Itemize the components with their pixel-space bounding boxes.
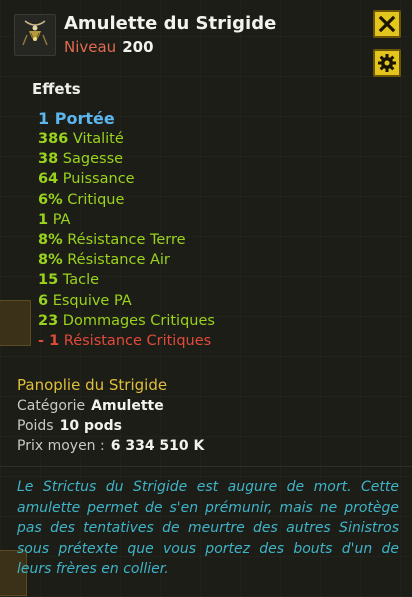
effect-line: 15 Tacle: [38, 272, 100, 289]
category-label: Catégorie: [17, 398, 86, 414]
effect-line: 8% Résistance Terre: [38, 231, 186, 248]
effect-line: 64 Puissance: [38, 171, 135, 188]
amulet-icon: [14, 14, 56, 56]
effect-line: 23 Dommages Critiques: [38, 312, 215, 329]
weight-value: 10 pods: [59, 418, 122, 434]
effect-line: 38 Sagesse: [38, 151, 124, 168]
effect-line: 1 Portée: [38, 109, 115, 128]
price-value: 6 334 510 K: [110, 438, 205, 454]
set-link[interactable]: Panoplie du Strigide: [17, 376, 167, 394]
settings-button[interactable]: [373, 49, 401, 77]
item-description: Le Strictus du Strigide est augure de mo…: [17, 479, 399, 577]
category-value: Amulette: [91, 398, 164, 414]
effects-title: Effets: [32, 80, 81, 98]
item-header: Amulette du Strigide Niveau 200: [0, 0, 412, 72]
effect-line: 6% Critique: [38, 191, 125, 208]
item-level: Niveau 200: [64, 38, 154, 56]
weight-row: Poids 10 pods: [17, 418, 122, 434]
effect-line: 386 Vitalité: [38, 131, 124, 147]
divider: [0, 466, 412, 467]
close-button[interactable]: [373, 10, 401, 38]
level-label: Niveau: [64, 38, 117, 56]
gear-icon: [378, 54, 396, 72]
effect-line: 6 Esquive PA: [38, 292, 132, 309]
item-tooltip-panel: Amulette du Strigide Niveau 200 Effets 1…: [0, 0, 412, 597]
effect-line: - 1 Résistance Critiques: [38, 332, 212, 349]
effect-line: 1 PA: [38, 211, 71, 228]
price-row: Prix moyen : 6 334 510 K: [17, 438, 204, 454]
close-icon: [378, 15, 396, 33]
background-slot: [0, 300, 31, 346]
effect-line: 8% Résistance Air: [38, 252, 170, 269]
level-value: 200: [122, 38, 154, 56]
price-label: Prix moyen :: [17, 438, 105, 454]
item-title: Amulette du Strigide: [64, 13, 277, 34]
effects-list: 1 Portée 386 Vitalité 38 Sagesse 64 Puis…: [38, 108, 215, 351]
category-row: Catégorie Amulette: [17, 398, 164, 414]
weight-label: Poids: [17, 418, 54, 434]
